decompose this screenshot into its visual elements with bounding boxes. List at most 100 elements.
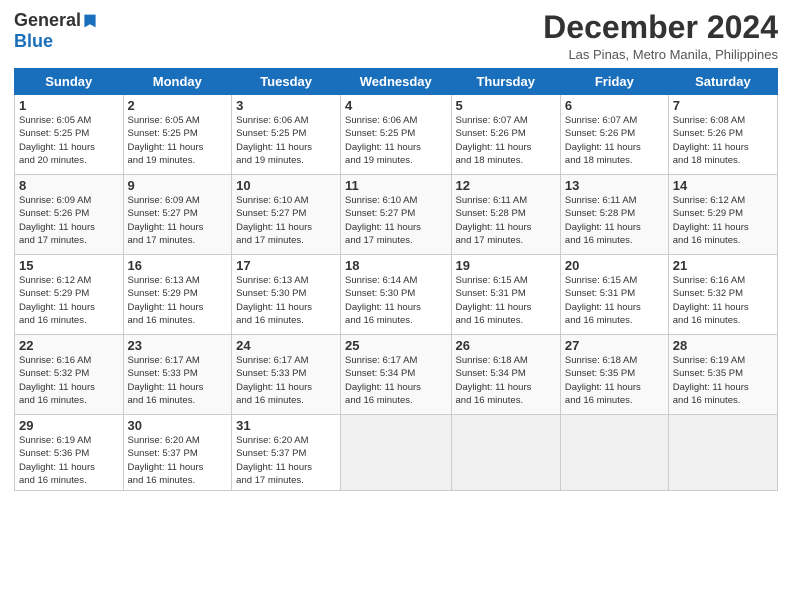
calendar-cell: 5Sunrise: 6:07 AMSunset: 5:26 PMDaylight…: [451, 95, 560, 175]
day-info: Sunrise: 6:09 AMSunset: 5:27 PMDaylight:…: [128, 194, 228, 247]
weekday-header-row: Sunday Monday Tuesday Wednesday Thursday…: [15, 69, 778, 95]
day-number: 25: [345, 338, 446, 353]
day-number: 9: [128, 178, 228, 193]
calendar-cell: 3Sunrise: 6:06 AMSunset: 5:25 PMDaylight…: [232, 95, 341, 175]
calendar-cell: 27Sunrise: 6:18 AMSunset: 5:35 PMDayligh…: [560, 335, 668, 415]
calendar-cell: 29Sunrise: 6:19 AMSunset: 5:36 PMDayligh…: [15, 415, 124, 491]
day-number: 4: [345, 98, 446, 113]
day-number: 1: [19, 98, 119, 113]
day-number: 24: [236, 338, 336, 353]
calendar-cell: [341, 415, 451, 491]
day-info: Sunrise: 6:12 AMSunset: 5:29 PMDaylight:…: [673, 194, 773, 247]
day-info: Sunrise: 6:17 AMSunset: 5:33 PMDaylight:…: [236, 354, 336, 407]
day-info: Sunrise: 6:10 AMSunset: 5:27 PMDaylight:…: [345, 194, 446, 247]
day-info: Sunrise: 6:17 AMSunset: 5:34 PMDaylight:…: [345, 354, 446, 407]
calendar-cell: 18Sunrise: 6:14 AMSunset: 5:30 PMDayligh…: [341, 255, 451, 335]
calendar-cell: 13Sunrise: 6:11 AMSunset: 5:28 PMDayligh…: [560, 175, 668, 255]
day-info: Sunrise: 6:17 AMSunset: 5:33 PMDaylight:…: [128, 354, 228, 407]
day-number: 16: [128, 258, 228, 273]
day-info: Sunrise: 6:20 AMSunset: 5:37 PMDaylight:…: [128, 434, 228, 487]
calendar-cell: 17Sunrise: 6:13 AMSunset: 5:30 PMDayligh…: [232, 255, 341, 335]
calendar-cell: 16Sunrise: 6:13 AMSunset: 5:29 PMDayligh…: [123, 255, 232, 335]
day-info: Sunrise: 6:14 AMSunset: 5:30 PMDaylight:…: [345, 274, 446, 327]
calendar-cell: [560, 415, 668, 491]
day-number: 13: [565, 178, 664, 193]
day-number: 26: [456, 338, 556, 353]
calendar-cell: 4Sunrise: 6:06 AMSunset: 5:25 PMDaylight…: [341, 95, 451, 175]
day-info: Sunrise: 6:20 AMSunset: 5:37 PMDaylight:…: [236, 434, 336, 487]
day-info: Sunrise: 6:13 AMSunset: 5:30 PMDaylight:…: [236, 274, 336, 327]
calendar-cell: 1Sunrise: 6:05 AMSunset: 5:25 PMDaylight…: [15, 95, 124, 175]
calendar-cell: 23Sunrise: 6:17 AMSunset: 5:33 PMDayligh…: [123, 335, 232, 415]
day-info: Sunrise: 6:06 AMSunset: 5:25 PMDaylight:…: [236, 114, 336, 167]
day-info: Sunrise: 6:15 AMSunset: 5:31 PMDaylight:…: [456, 274, 556, 327]
day-info: Sunrise: 6:07 AMSunset: 5:26 PMDaylight:…: [456, 114, 556, 167]
day-info: Sunrise: 6:16 AMSunset: 5:32 PMDaylight:…: [673, 274, 773, 327]
day-info: Sunrise: 6:11 AMSunset: 5:28 PMDaylight:…: [456, 194, 556, 247]
logo: General Blue: [14, 10, 98, 52]
calendar-cell: [451, 415, 560, 491]
calendar-cell: 26Sunrise: 6:18 AMSunset: 5:34 PMDayligh…: [451, 335, 560, 415]
logo-blue-text: Blue: [14, 31, 53, 51]
calendar-cell: 2Sunrise: 6:05 AMSunset: 5:25 PMDaylight…: [123, 95, 232, 175]
day-number: 17: [236, 258, 336, 273]
title-block: December 2024 Las Pinas, Metro Manila, P…: [543, 10, 778, 62]
day-number: 3: [236, 98, 336, 113]
day-number: 12: [456, 178, 556, 193]
header-monday: Monday: [123, 69, 232, 95]
calendar-cell: [668, 415, 777, 491]
day-number: 20: [565, 258, 664, 273]
calendar-cell: 21Sunrise: 6:16 AMSunset: 5:32 PMDayligh…: [668, 255, 777, 335]
day-info: Sunrise: 6:15 AMSunset: 5:31 PMDaylight:…: [565, 274, 664, 327]
header-tuesday: Tuesday: [232, 69, 341, 95]
day-info: Sunrise: 6:10 AMSunset: 5:27 PMDaylight:…: [236, 194, 336, 247]
day-number: 28: [673, 338, 773, 353]
calendar-cell: 9Sunrise: 6:09 AMSunset: 5:27 PMDaylight…: [123, 175, 232, 255]
calendar-cell: 28Sunrise: 6:19 AMSunset: 5:35 PMDayligh…: [668, 335, 777, 415]
calendar-cell: 25Sunrise: 6:17 AMSunset: 5:34 PMDayligh…: [341, 335, 451, 415]
day-number: 21: [673, 258, 773, 273]
day-number: 7: [673, 98, 773, 113]
day-info: Sunrise: 6:19 AMSunset: 5:36 PMDaylight:…: [19, 434, 119, 487]
day-number: 22: [19, 338, 119, 353]
calendar-cell: 6Sunrise: 6:07 AMSunset: 5:26 PMDaylight…: [560, 95, 668, 175]
day-number: 2: [128, 98, 228, 113]
day-info: Sunrise: 6:09 AMSunset: 5:26 PMDaylight:…: [19, 194, 119, 247]
logo-flag-icon: [82, 13, 98, 29]
calendar-table: Sunday Monday Tuesday Wednesday Thursday…: [14, 68, 778, 491]
day-info: Sunrise: 6:18 AMSunset: 5:35 PMDaylight:…: [565, 354, 664, 407]
day-number: 18: [345, 258, 446, 273]
day-info: Sunrise: 6:06 AMSunset: 5:25 PMDaylight:…: [345, 114, 446, 167]
day-number: 5: [456, 98, 556, 113]
day-number: 19: [456, 258, 556, 273]
calendar-cell: 7Sunrise: 6:08 AMSunset: 5:26 PMDaylight…: [668, 95, 777, 175]
calendar-cell: 30Sunrise: 6:20 AMSunset: 5:37 PMDayligh…: [123, 415, 232, 491]
location-subtitle: Las Pinas, Metro Manila, Philippines: [543, 47, 778, 62]
header-thursday: Thursday: [451, 69, 560, 95]
calendar-cell: 24Sunrise: 6:17 AMSunset: 5:33 PMDayligh…: [232, 335, 341, 415]
header-sunday: Sunday: [15, 69, 124, 95]
header-saturday: Saturday: [668, 69, 777, 95]
day-number: 27: [565, 338, 664, 353]
day-number: 6: [565, 98, 664, 113]
calendar-cell: 10Sunrise: 6:10 AMSunset: 5:27 PMDayligh…: [232, 175, 341, 255]
page-container: General Blue December 2024 Las Pinas, Me…: [0, 0, 792, 501]
day-info: Sunrise: 6:05 AMSunset: 5:25 PMDaylight:…: [128, 114, 228, 167]
calendar-cell: 31Sunrise: 6:20 AMSunset: 5:37 PMDayligh…: [232, 415, 341, 491]
day-info: Sunrise: 6:18 AMSunset: 5:34 PMDaylight:…: [456, 354, 556, 407]
day-info: Sunrise: 6:12 AMSunset: 5:29 PMDaylight:…: [19, 274, 119, 327]
calendar-cell: 19Sunrise: 6:15 AMSunset: 5:31 PMDayligh…: [451, 255, 560, 335]
day-info: Sunrise: 6:19 AMSunset: 5:35 PMDaylight:…: [673, 354, 773, 407]
header-wednesday: Wednesday: [341, 69, 451, 95]
day-info: Sunrise: 6:16 AMSunset: 5:32 PMDaylight:…: [19, 354, 119, 407]
day-number: 23: [128, 338, 228, 353]
calendar-cell: 20Sunrise: 6:15 AMSunset: 5:31 PMDayligh…: [560, 255, 668, 335]
day-number: 8: [19, 178, 119, 193]
day-number: 30: [128, 418, 228, 433]
header-friday: Friday: [560, 69, 668, 95]
day-info: Sunrise: 6:05 AMSunset: 5:25 PMDaylight:…: [19, 114, 119, 167]
day-number: 10: [236, 178, 336, 193]
calendar-cell: 12Sunrise: 6:11 AMSunset: 5:28 PMDayligh…: [451, 175, 560, 255]
day-number: 15: [19, 258, 119, 273]
day-number: 29: [19, 418, 119, 433]
